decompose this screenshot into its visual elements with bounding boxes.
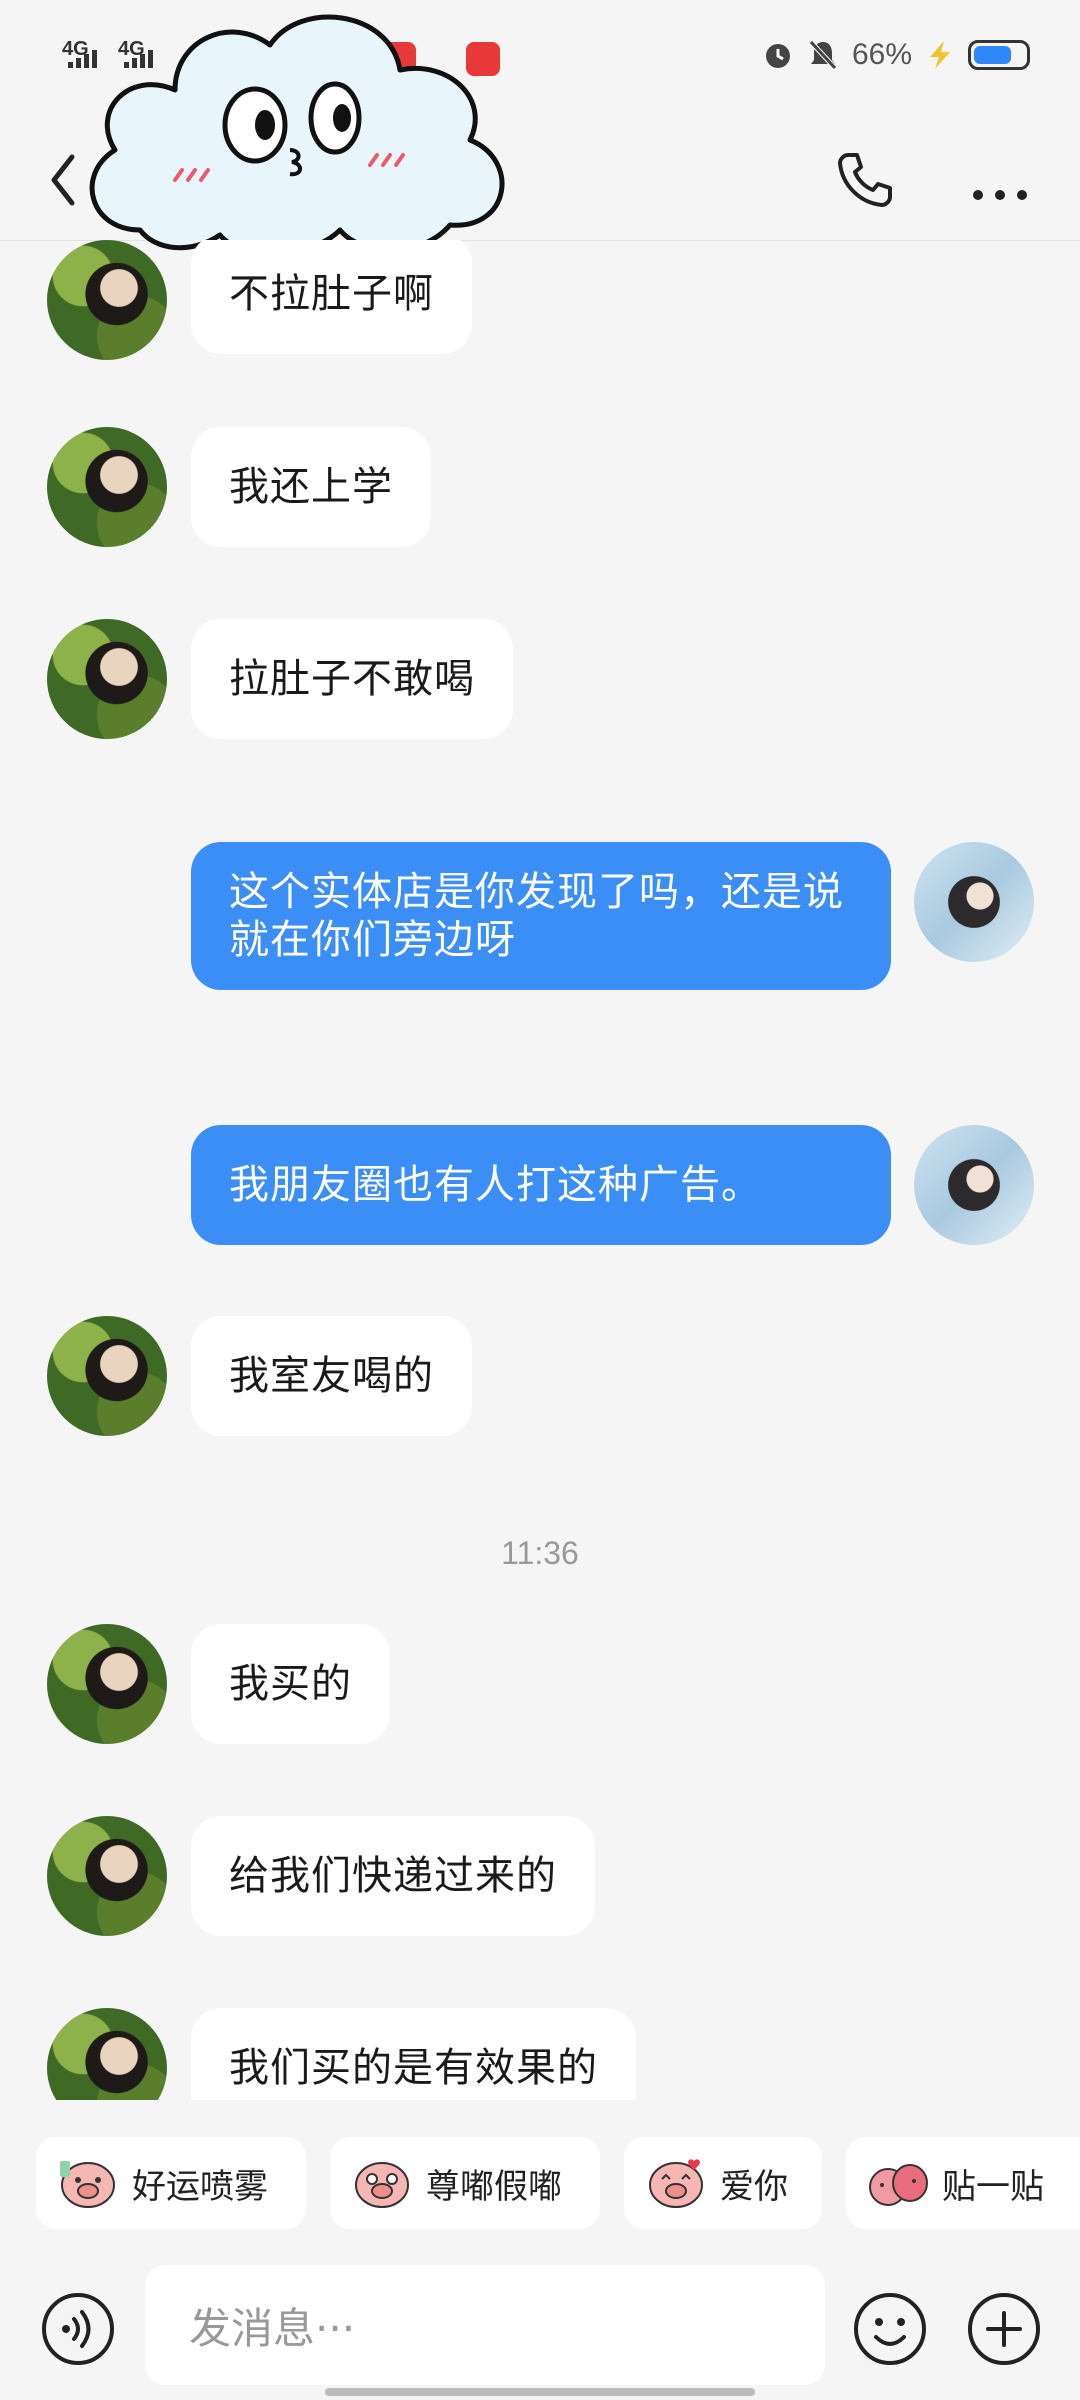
sticker-chip-label: 尊嘟假嘟 <box>426 2166 562 2207</box>
sticker-chip-love-you[interactable]: 爱你 <box>624 2137 822 2229</box>
message-bubble-received[interactable]: 我还上学 <box>191 427 431 547</box>
message-bubble-received[interactable]: 给我们快递过来的 <box>191 1816 595 1936</box>
cloud-sticker-overlay <box>89 14 505 256</box>
pig-sticker-icon <box>649 2159 703 2208</box>
message-input-bar: 发消息··· <box>0 2265 1080 2400</box>
sticker-chip-good-luck[interactable]: 好运喷雾 <box>36 2137 306 2229</box>
message-bubble-sent[interactable]: 这个实体店是你发现了吗，还是说就在你们旁边呀 <box>191 842 891 990</box>
plus-icon <box>968 2293 1040 2365</box>
sticker-chip-label: 好运喷雾 <box>132 2166 268 2207</box>
contact-avatar[interactable] <box>47 240 167 360</box>
message-bubble-received[interactable]: 我们买的是有效果的 <box>191 2008 636 2100</box>
pig-sticker-icon <box>355 2162 409 2208</box>
more-dots-icon <box>973 190 1027 200</box>
my-avatar[interactable] <box>914 1125 1034 1245</box>
chat-area[interactable]: 不拉肚子啊 我还上学 拉肚子不敢喝 这个实体店是你发现了吗，还是说就在你们旁边呀… <box>0 240 1080 2100</box>
more-actions-button[interactable] <box>964 2289 1044 2369</box>
contact-avatar[interactable] <box>47 1316 167 1436</box>
contact-avatar[interactable] <box>47 1624 167 1744</box>
phone-icon <box>838 153 892 207</box>
voice-icon <box>42 2293 114 2365</box>
message-bubble-received[interactable]: 不拉肚子啊 <box>191 240 472 354</box>
more-button[interactable] <box>960 145 1040 215</box>
sticker-chip-label: 爱你 <box>720 2166 788 2207</box>
contact-avatar[interactable] <box>47 619 167 739</box>
pig-pair-sticker-icon <box>869 2164 928 2206</box>
my-avatar[interactable] <box>914 842 1034 962</box>
contact-avatar[interactable] <box>47 427 167 547</box>
sticker-chip-label: 贴一贴 <box>942 2166 1044 2207</box>
sticker-chip-really[interactable]: 尊嘟假嘟 <box>330 2137 600 2229</box>
voice-button[interactable] <box>38 2289 118 2369</box>
contact-avatar[interactable] <box>47 1816 167 1936</box>
message-bubble-received[interactable]: 我室友喝的 <box>191 1316 472 1436</box>
pig-sticker-icon <box>60 2161 115 2208</box>
mute-bell-icon <box>809 40 837 70</box>
message-timestamp: 11:36 <box>501 1535 579 1571</box>
contact-avatar[interactable] <box>47 2008 167 2100</box>
quick-sticker-bar: 好运喷雾 尊嘟假嘟 爱你 贴一贴 <box>0 2100 1080 2265</box>
emoji-button[interactable] <box>850 2289 930 2369</box>
status-right: 66% <box>762 38 1030 72</box>
call-button[interactable] <box>830 145 900 215</box>
message-bubble-received[interactable]: 拉肚子不敢喝 <box>191 619 513 739</box>
smiley-icon <box>854 2293 926 2365</box>
battery-icon <box>968 40 1030 70</box>
message-bubble-received[interactable]: 我买的 <box>191 1624 390 1744</box>
alarm-icon <box>765 44 790 68</box>
message-bubble-sent[interactable]: 我朋友圈也有人打这种广告。 <box>191 1125 891 1245</box>
home-indicator[interactable] <box>325 2388 755 2396</box>
battery-percent: 66% <box>851 38 912 71</box>
sticker-chip-stick-together[interactable]: 贴一贴 <box>846 2137 1080 2229</box>
charging-icon <box>930 41 950 69</box>
message-input[interactable]: 发消息··· <box>145 2265 825 2385</box>
